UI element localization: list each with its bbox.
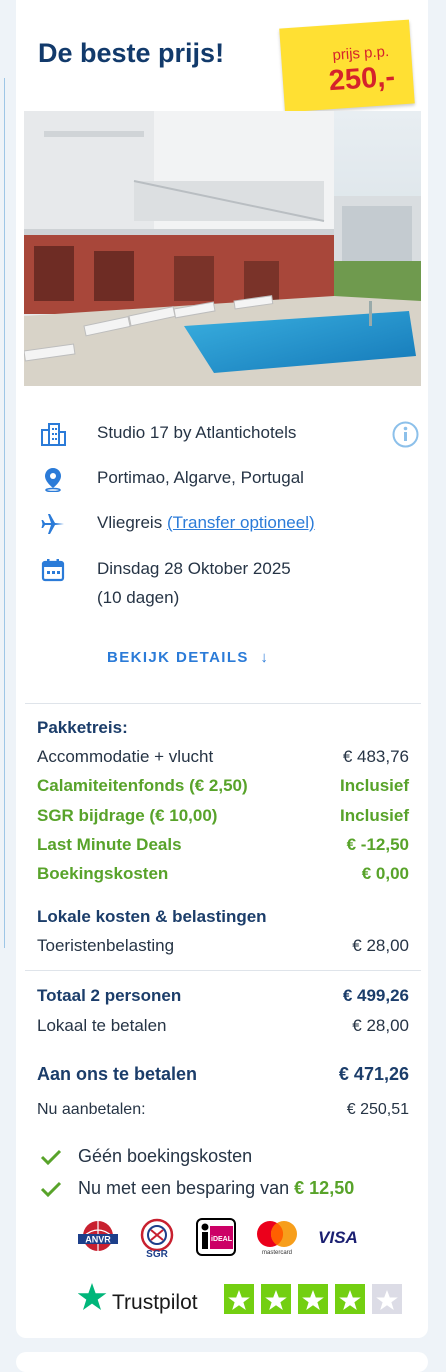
price-line-label: Last Minute Deals xyxy=(37,835,182,854)
travel-duration: (10 dagen) xyxy=(97,588,180,607)
view-details-label: BEKIJK DETAILS xyxy=(107,649,249,666)
anvr-logo: ANVR xyxy=(74,1218,122,1258)
price-line-value: € -12,50 xyxy=(346,835,409,854)
checkmark-icon xyxy=(40,1149,62,1166)
svg-text:SGR: SGR xyxy=(146,1249,168,1258)
svg-text:iDEAL: iDEAL xyxy=(211,1236,233,1243)
hotel-photo[interactable] xyxy=(24,111,421,386)
transfer-optional-link[interactable]: (Transfer optioneel) xyxy=(167,513,315,532)
total-value: € 499,26 xyxy=(342,986,409,1005)
visa-logo: VISA xyxy=(314,1218,362,1258)
tourist-tax-label: Toeristenbelasting xyxy=(37,936,175,955)
travel-date: Dinsdag 28 Oktober 2025 xyxy=(97,559,291,578)
price-line-value: € 483,76 xyxy=(342,747,409,766)
building-icon xyxy=(41,423,66,446)
svg-text:ANVR: ANVR xyxy=(85,1235,111,1245)
divider xyxy=(25,703,421,704)
trustpilot-star-icon xyxy=(77,1283,107,1310)
next-card-edge xyxy=(16,1352,428,1372)
tourist-tax-value: € 28,00 xyxy=(352,936,409,955)
rating-stars xyxy=(224,1284,402,1314)
trustpilot-brand: Trustpilot xyxy=(112,1291,198,1314)
price-line-label: Boekingskosten xyxy=(37,864,169,883)
sgr-logo: SGR xyxy=(134,1218,180,1260)
price-line-label: Calamiteitenfonds (€ 2,50) xyxy=(37,776,248,795)
total-label: Totaal 2 personen xyxy=(37,986,182,1005)
view-details-button[interactable]: BEKIJK DETAILS ↓ xyxy=(107,649,269,666)
hotel-name: Studio 17 by Atlantichotels xyxy=(97,423,297,442)
deposit-value: € 250,51 xyxy=(346,1101,409,1118)
ideal-logo: iDEAL xyxy=(196,1218,236,1258)
price-line-label: SGR bijdrage (€ 10,00) xyxy=(37,806,218,825)
benefit-no-fees-text: Géén boekingskosten xyxy=(78,1146,253,1166)
left-panel-edge xyxy=(0,78,5,948)
card-title: De beste prijs! xyxy=(38,38,225,68)
hotel-location: Portimao, Algarve, Portugal xyxy=(97,468,304,487)
info-icon[interactable] xyxy=(392,421,419,448)
local-costs-heading: Lokale kosten & belastingen xyxy=(37,907,267,926)
map-pin-icon xyxy=(45,468,61,492)
local-pay-value: € 28,00 xyxy=(352,1016,409,1035)
package-heading: Pakketreis: xyxy=(37,718,128,737)
price-card: De beste prijs! prijs p.p. 250,- Studio … xyxy=(16,0,428,1338)
travel-type: Vliegreis (Transfer optioneel) xyxy=(97,513,315,532)
price-line-value: € 0,00 xyxy=(361,864,409,883)
mastercard-logo: mastercard xyxy=(254,1218,300,1258)
trustpilot-rating[interactable]: Trustpilot xyxy=(77,1281,408,1324)
pay-us-label: Aan ons te betalen xyxy=(37,1064,198,1084)
svg-text:VISA: VISA xyxy=(318,1228,358,1247)
local-pay-label: Lokaal te betalen xyxy=(37,1016,167,1035)
arrow-down-icon: ↓ xyxy=(260,649,270,666)
airplane-icon xyxy=(41,514,64,534)
saving-amount: € 12,50 xyxy=(294,1178,355,1198)
price-line-value: Inclusief xyxy=(340,776,409,795)
price-per-person-amount: 250,- xyxy=(327,60,396,98)
price-sticker: prijs p.p. 250,- xyxy=(279,19,415,113)
divider xyxy=(25,970,421,971)
benefit-saving-text: Nu met een besparing van € 12,50 xyxy=(78,1178,355,1198)
checkmark-icon xyxy=(40,1181,62,1198)
price-line-label: Accommodatie + vlucht xyxy=(37,747,214,766)
calendar-icon xyxy=(41,559,65,582)
price-line-value: Inclusief xyxy=(340,806,409,825)
deposit-label: Nu aanbetalen: xyxy=(37,1101,146,1118)
svg-text:mastercard: mastercard xyxy=(262,1250,292,1256)
pay-us-value: € 471,26 xyxy=(338,1064,409,1084)
